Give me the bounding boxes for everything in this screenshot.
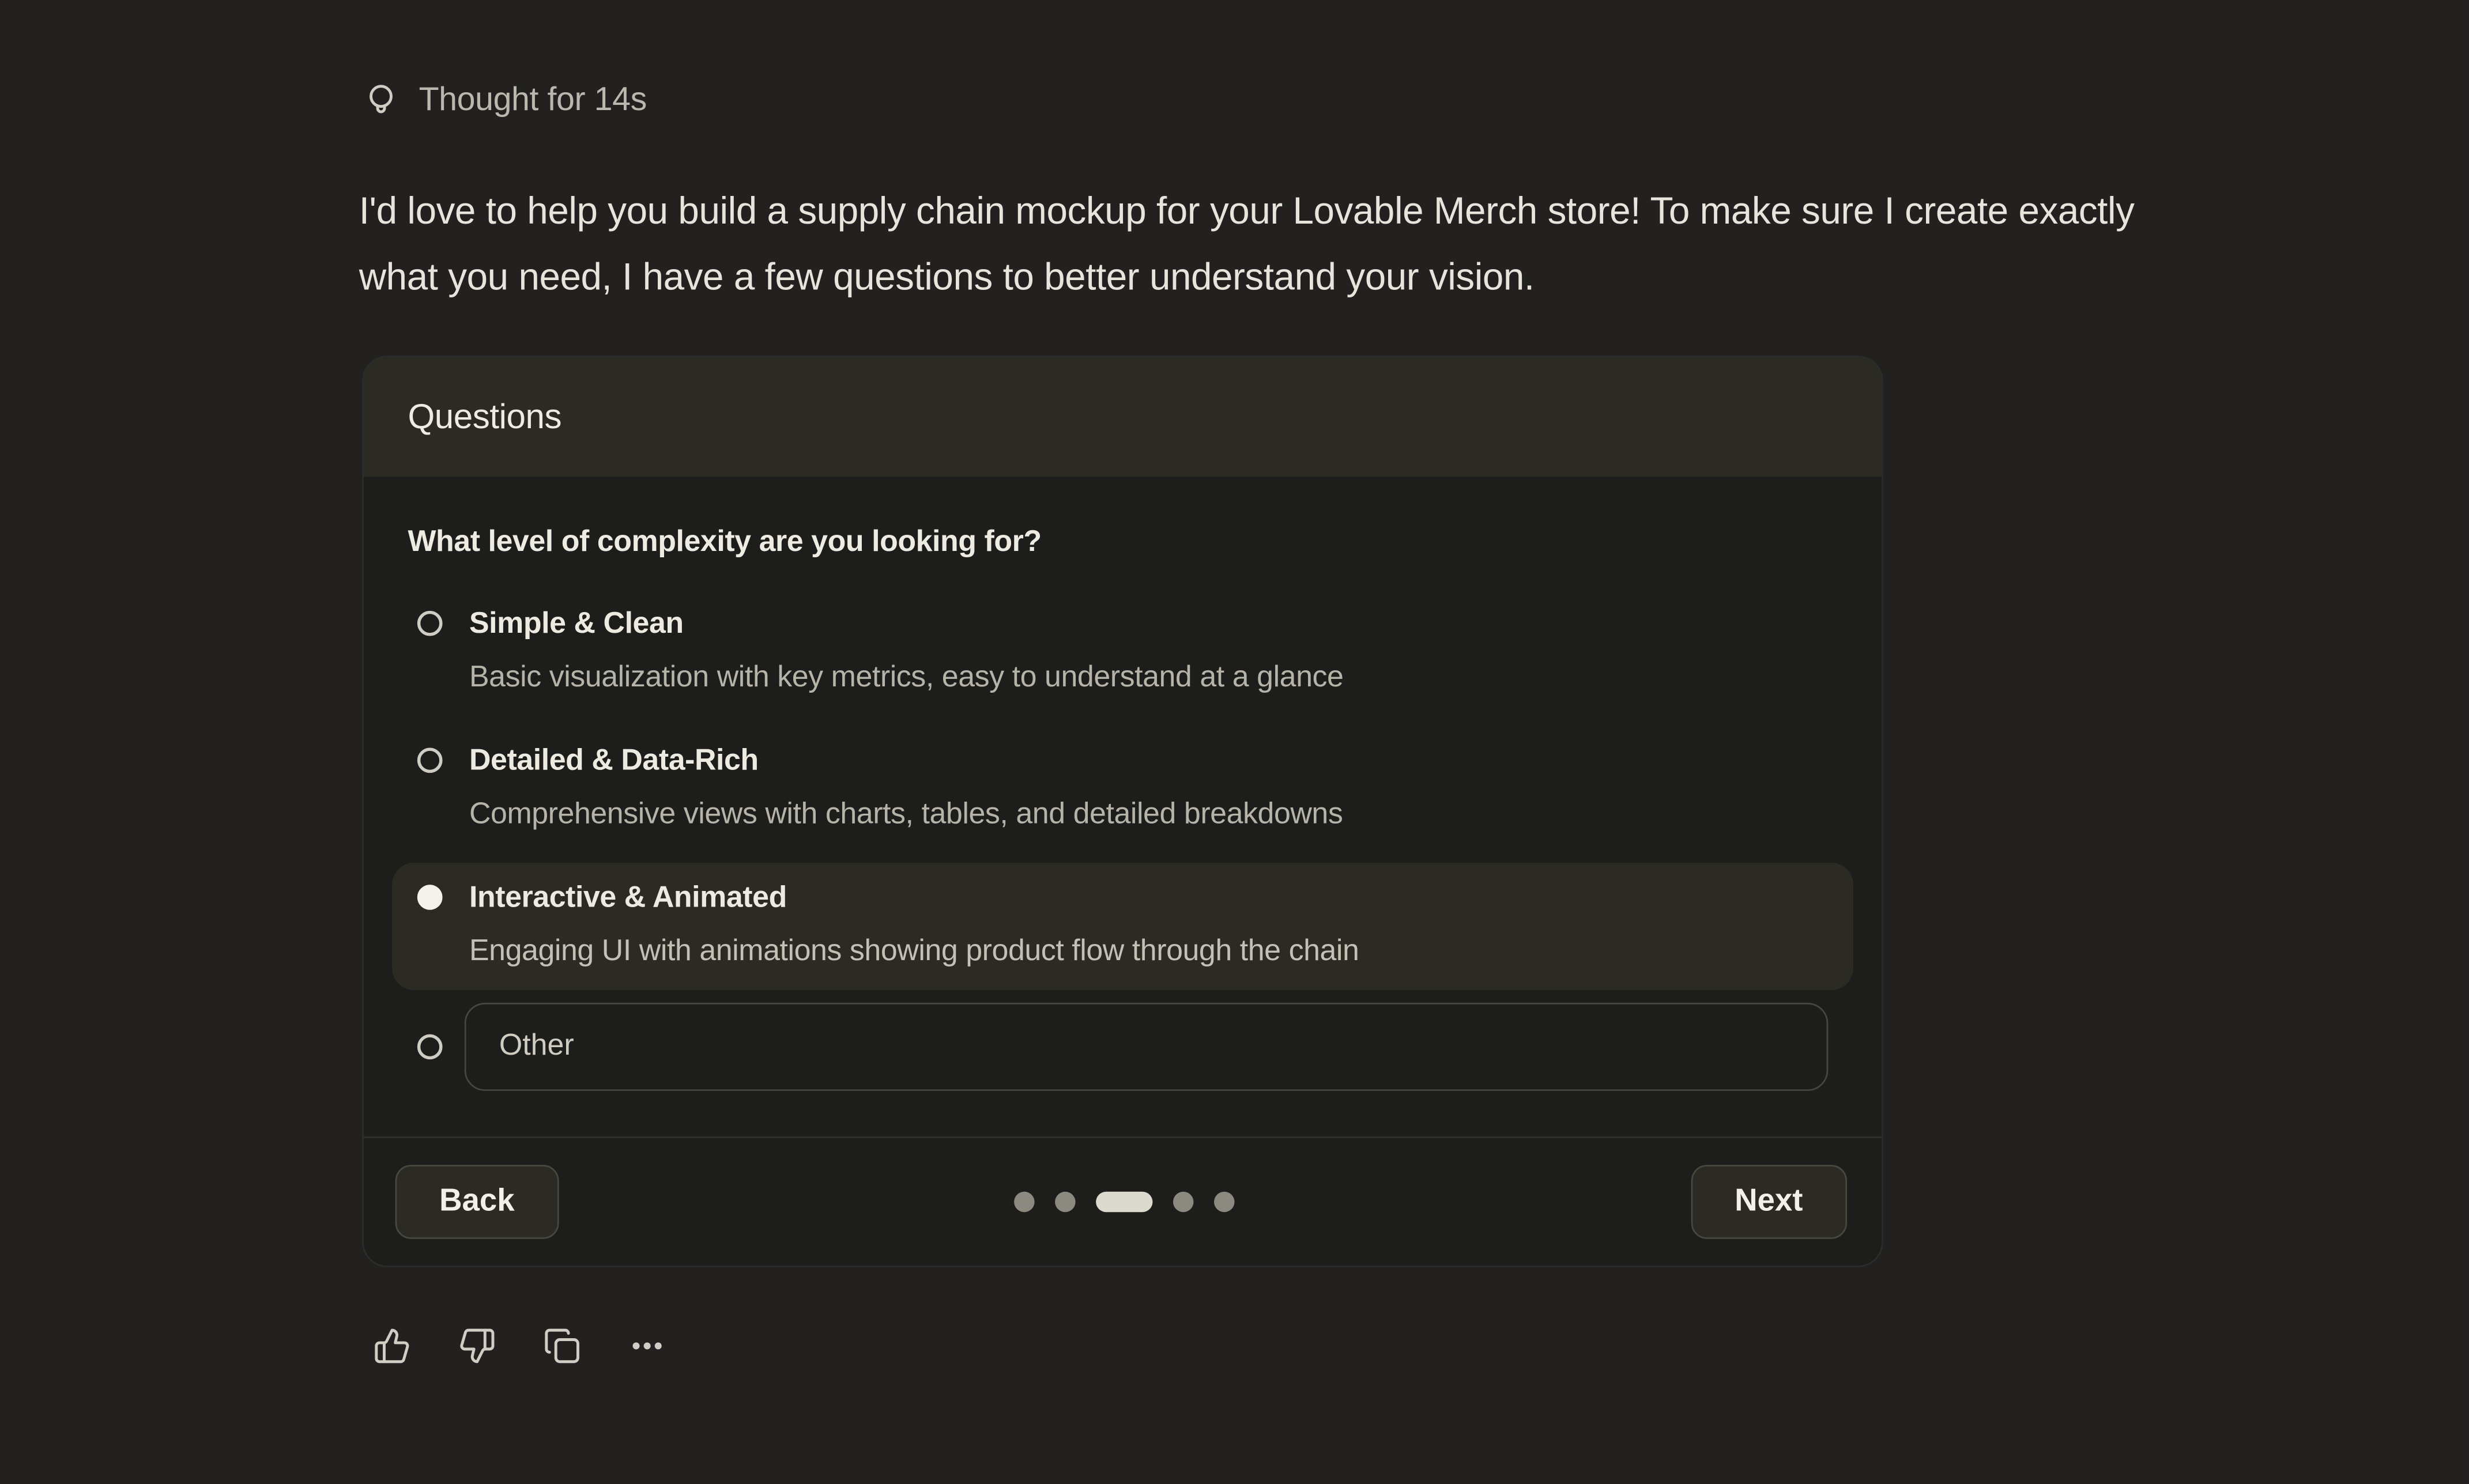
questions-card-header: Questions (364, 357, 1882, 478)
option-description: Engaging UI with animations showing prod… (469, 930, 1359, 974)
option-content: Detailed & Data-Rich Comprehensive views… (469, 742, 1343, 838)
option-label: Interactive & Animated (469, 878, 1359, 919)
pagination-dot-4 (1174, 1192, 1194, 1213)
questions-card-footer: Back Next (364, 1136, 1882, 1266)
thumbs-down-button[interactable] (458, 1327, 496, 1365)
message-actions (373, 1327, 666, 1365)
questions-card: Questions What level of complexity are y… (362, 356, 1883, 1267)
thumbs-up-button[interactable] (373, 1327, 411, 1365)
assistant-message-text: I'd love to help you build a supply chai… (359, 179, 2214, 311)
radio-selected-icon[interactable] (417, 885, 443, 910)
pagination-dot-5 (1215, 1192, 1235, 1213)
copy-icon (543, 1327, 581, 1365)
pagination-dot-2 (1056, 1192, 1076, 1213)
option-description: Basic visualization with key metrics, ea… (469, 656, 1343, 700)
option-detailed-data-rich[interactable]: Detailed & Data-Rich Comprehensive views… (392, 726, 1853, 853)
other-option-input[interactable] (465, 1003, 1828, 1091)
thought-duration-label: Thought for 14s (419, 82, 647, 120)
question-text: What level of complexity are you looking… (408, 523, 1837, 564)
option-simple-clean[interactable]: Simple & Clean Basic visualization with … (392, 589, 1853, 716)
pagination-dot-3-active (1096, 1192, 1153, 1213)
option-interactive-animated[interactable]: Interactive & Animated Engaging UI with … (392, 863, 1853, 990)
pagination-indicator (1015, 1192, 1235, 1213)
thumbs-down-icon (458, 1327, 496, 1365)
option-label: Detailed & Data-Rich (469, 742, 1343, 783)
radio-unselected-icon[interactable] (417, 611, 443, 636)
copy-button[interactable] (543, 1327, 581, 1365)
pagination-dot-1 (1015, 1192, 1035, 1213)
radio-unselected-icon[interactable] (417, 747, 443, 773)
option-other[interactable] (392, 1000, 1853, 1091)
thought-duration-toggle[interactable]: Thought for 14s (362, 82, 647, 120)
card-title: Questions (408, 397, 561, 437)
ellipsis-icon (628, 1327, 666, 1365)
chat-message-view: Thought for 14s I'd love to help you bui… (0, 0, 2469, 1484)
thumbs-up-icon (373, 1327, 411, 1365)
more-options-button[interactable] (628, 1327, 666, 1365)
lightbulb-icon (362, 82, 400, 120)
radio-unselected-icon[interactable] (417, 1034, 443, 1060)
back-button[interactable]: Back (395, 1165, 559, 1238)
option-label: Simple & Clean (469, 605, 1343, 645)
option-content: Simple & Clean Basic visualization with … (469, 605, 1343, 701)
questions-card-body: What level of complexity are you looking… (364, 478, 1882, 1091)
option-content: Interactive & Animated Engaging UI with … (469, 878, 1359, 975)
next-button[interactable]: Next (1691, 1165, 1847, 1238)
option-description: Comprehensive views with charts, tables,… (469, 794, 1343, 837)
